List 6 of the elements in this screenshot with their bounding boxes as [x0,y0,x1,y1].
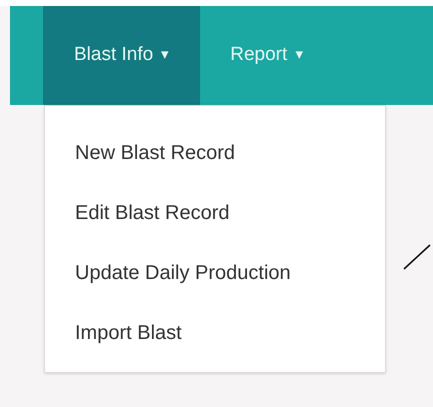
menu-tab[interactable]: Blast Info ▾ [43,6,200,105]
annotation-line [403,244,431,270]
menu-item[interactable]: New Blast Record [45,123,385,183]
menu-item[interactable]: Update Daily Production [45,243,385,303]
menu-item[interactable]: Import Blast [45,303,385,363]
menu-item[interactable]: Edit Blast Record [45,183,385,243]
